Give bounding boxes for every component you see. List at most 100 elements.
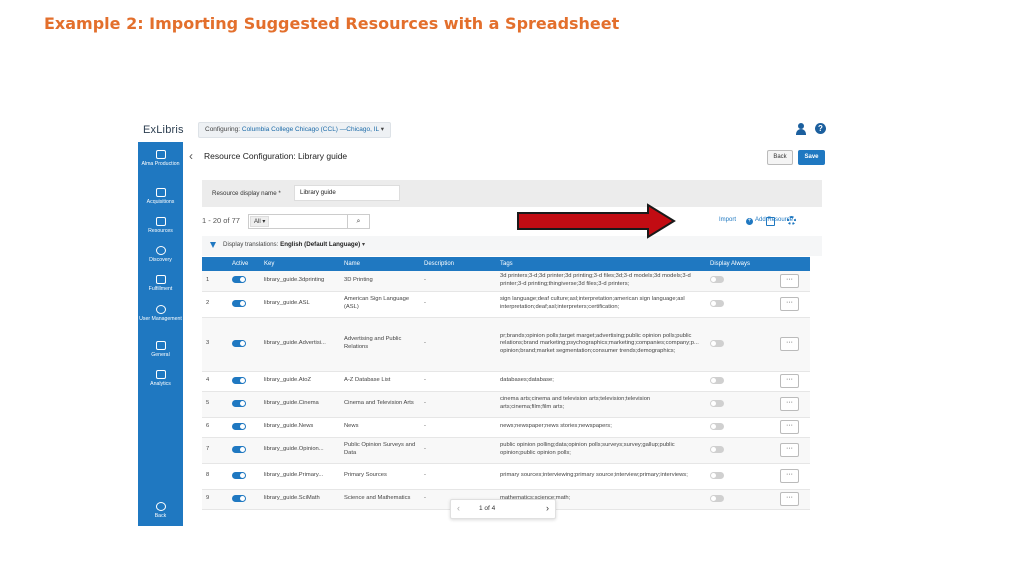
col-display-always[interactable]: Display Always	[706, 257, 776, 271]
alma-window: ExLibris Configuring: Columbia College C…	[138, 118, 828, 526]
col-key[interactable]: Key	[260, 257, 340, 271]
display-always-toggle[interactable]	[710, 299, 724, 307]
table-row[interactable]: 1 library_guide.3dprinting 3D Printing -3d …	[202, 271, 810, 292]
display-always-toggle[interactable]	[710, 471, 724, 479]
row-key: library_guide.Cinema	[260, 391, 340, 418]
active-toggle[interactable]	[232, 376, 246, 384]
search-icon[interactable]: ⌕	[347, 215, 369, 228]
sidebar-item-analytics[interactable]: Analytics	[138, 370, 183, 387]
active-toggle[interactable]	[232, 445, 246, 453]
col-actions	[776, 257, 810, 271]
display-always-toggle[interactable]	[710, 494, 724, 502]
table-row[interactable]: 4 library_guide.AtoZ A-Z Database List - dat…	[202, 371, 810, 392]
active-toggle[interactable]	[232, 399, 246, 407]
institution-selector[interactable]: Configuring: Columbia College Chicago (C…	[198, 122, 391, 138]
row-description: -	[420, 317, 496, 372]
fulfillment-icon	[155, 275, 166, 284]
row-key: library_guide.Primary...	[260, 463, 340, 490]
col-description[interactable]: Description	[420, 257, 496, 271]
row-actions-button[interactable]: ···	[780, 397, 799, 411]
active-toggle[interactable]	[232, 422, 246, 430]
filter-search[interactable]: All ▾ ⌕	[248, 214, 370, 229]
row-actions-button[interactable]: ···	[780, 469, 799, 483]
filter-dropdown[interactable]: All ▾	[250, 216, 270, 227]
display-always-toggle[interactable]	[710, 376, 724, 384]
table-header-row: Active Key Name Description Tags Display…	[202, 257, 810, 271]
active-toggle[interactable]	[232, 339, 246, 347]
filter-icon	[210, 242, 216, 248]
sidebar-item-general[interactable]: General	[138, 341, 183, 358]
red-arrow-annotation	[517, 203, 676, 239]
sidebar-item-fulfillment[interactable]: Fulfillment	[138, 275, 183, 292]
table-row[interactable]: 3 library_guide.Advertisi... Advertising a…	[202, 317, 810, 372]
row-actions-button[interactable]: ···	[780, 273, 799, 288]
row-tags: primary sources;interviewing;primary sou…	[496, 463, 706, 490]
row-tags: 3d printers;3-d;3d printer;3d printing;3…	[496, 271, 706, 292]
row-name: Science and Mathematics	[340, 489, 420, 510]
row-actions-button[interactable]: ···	[780, 297, 799, 311]
row-actions-button[interactable]: ···	[780, 420, 799, 434]
active-toggle[interactable]	[232, 494, 246, 502]
display-always-toggle[interactable]	[710, 445, 724, 453]
row-description: -	[420, 291, 496, 318]
row-name: Public Opinion Surveys and Data	[340, 437, 420, 464]
col-active[interactable]: Active	[228, 257, 260, 271]
sidebar-item-acquisitions[interactable]: Acquisitions	[138, 188, 183, 205]
page-header: ‹ Resource Configuration: Library guide …	[183, 142, 828, 172]
row-actions-button[interactable]: ···	[780, 492, 799, 506]
sidebar-item-label: General	[151, 352, 170, 358]
import-button[interactable]: Import	[719, 217, 736, 223]
sidebar-item-discovery[interactable]: Discovery	[138, 246, 183, 263]
results-range: 1 - 20 of 77	[202, 216, 240, 225]
active-toggle[interactable]	[232, 276, 246, 284]
table-row[interactable]: 7 library_guide.Opinion... Public Opinion …	[202, 437, 810, 464]
save-button[interactable]: Save	[798, 150, 825, 165]
col-tags[interactable]: Tags	[496, 257, 706, 271]
display-always-toggle[interactable]	[710, 339, 724, 347]
row-num: 5	[202, 391, 228, 418]
back-arrow-icon[interactable]: ‹	[189, 149, 193, 163]
exlibris-logo: ExLibris	[143, 124, 184, 136]
row-name: Cinema and Television Arts	[340, 391, 420, 418]
help-icon[interactable]: ?	[815, 123, 826, 134]
sidebar-item-label: Discovery	[149, 257, 172, 263]
sidebar-item-label: Alma Production	[141, 161, 180, 167]
general-icon	[155, 341, 166, 350]
table-body: 1 library_guide.3dprinting 3D Printing -3d …	[202, 271, 810, 510]
prev-page-button[interactable]: ‹	[457, 503, 460, 513]
back-button[interactable]: Back	[767, 150, 793, 165]
row-actions-button[interactable]: ···	[780, 443, 799, 457]
alma-icon	[155, 150, 166, 159]
display-always-toggle[interactable]	[710, 276, 724, 284]
col-name[interactable]: Name	[340, 257, 420, 271]
next-page-button[interactable]: ›	[546, 503, 549, 513]
row-description: -	[420, 271, 496, 292]
resources-table: Active Key Name Description Tags Display…	[202, 257, 810, 510]
display-always-toggle[interactable]	[710, 422, 724, 430]
sidebar: Alma Production Acquisitions Resources D…	[138, 142, 183, 526]
sidebar-item-resources[interactable]: Resources	[138, 217, 183, 234]
row-actions-button[interactable]: ···	[780, 374, 799, 388]
row-key: library_guide.ASL	[260, 291, 340, 318]
row-actions-button[interactable]: ···	[780, 337, 799, 351]
table-row[interactable]: 6 library_guide.News News - news;newspaper;n…	[202, 417, 810, 438]
display-name-input[interactable]: Library guide	[294, 185, 400, 201]
table-row[interactable]: 2 library_guide.ASL American Sign Language…	[202, 291, 810, 318]
resources-icon	[155, 217, 166, 226]
table-row[interactable]: 8 library_guide.Primary... Primary Sources…	[202, 463, 810, 490]
row-key: library_guide.News	[260, 417, 340, 438]
settings-icon[interactable]	[787, 216, 796, 225]
export-icon[interactable]	[766, 217, 775, 226]
sidebar-back[interactable]: Back	[138, 502, 183, 519]
page-title: Resource Configuration: Library guide	[204, 151, 348, 161]
sidebar-item-label: Analytics	[150, 381, 171, 387]
row-name: American Sign Language (ASL)	[340, 291, 420, 318]
translations-selector[interactable]: Display translations: English (Default L…	[223, 241, 365, 248]
user-icon[interactable]	[795, 123, 807, 135]
active-toggle[interactable]	[232, 471, 246, 479]
active-toggle[interactable]	[232, 299, 246, 307]
table-row[interactable]: 5 library_guide.Cinema Cinema and Televisi…	[202, 391, 810, 418]
sidebar-item-alma-production[interactable]: Alma Production	[138, 150, 183, 167]
sidebar-item-user-management[interactable]: User Management	[138, 305, 183, 322]
display-always-toggle[interactable]	[710, 399, 724, 407]
